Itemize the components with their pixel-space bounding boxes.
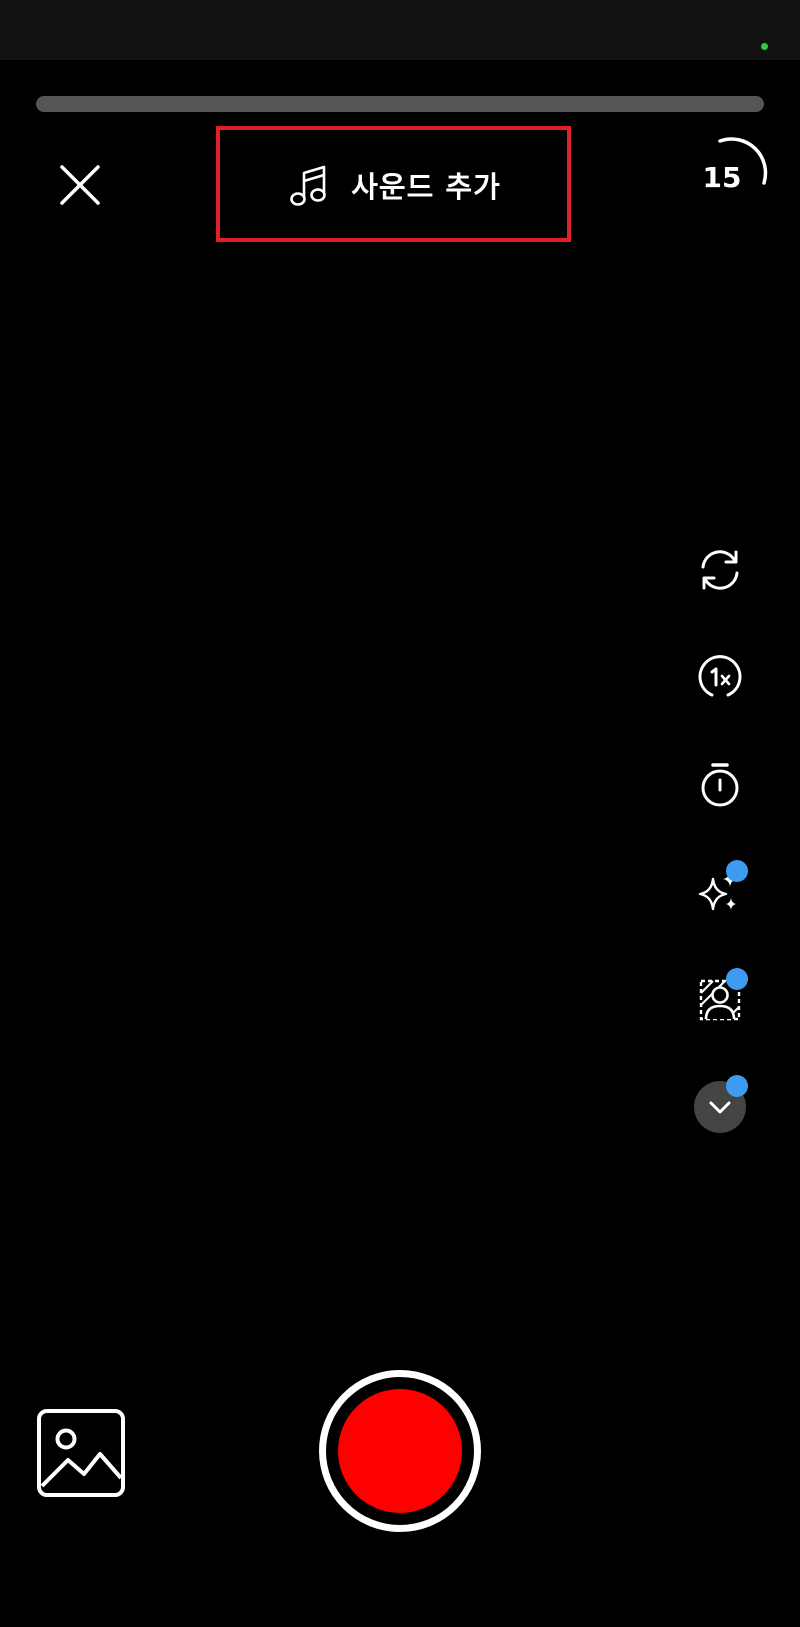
timer-icon (701, 763, 739, 807)
record-button[interactable] (319, 1370, 481, 1532)
effects-new-badge (726, 860, 748, 882)
close-icon (60, 165, 100, 205)
green-screen-button[interactable] (690, 968, 750, 1030)
recording-duration-button[interactable]: 15 (690, 135, 770, 215)
more-tools-new-badge (726, 1075, 748, 1097)
timer-button[interactable] (690, 755, 750, 815)
flip-camera-button[interactable] (690, 540, 750, 600)
gallery-button[interactable] (36, 1408, 126, 1498)
effects-button[interactable] (690, 860, 750, 922)
recording-progress-bar (36, 96, 764, 112)
status-bar (0, 0, 800, 60)
speed-button[interactable] (690, 648, 750, 708)
record-button-icon (338, 1389, 462, 1513)
add-sound-button[interactable]: 사운드 추가 (230, 140, 560, 230)
green-screen-new-badge (726, 968, 748, 990)
chevron-down-icon (709, 1101, 731, 1114)
flip-camera-icon (701, 550, 739, 590)
speed-1x-icon (698, 655, 742, 697)
duration-label: 15 (702, 161, 742, 194)
gallery-icon (37, 1409, 125, 1497)
music-note-icon (290, 165, 327, 206)
add-sound-label: 사운드 추가 (351, 170, 501, 204)
camera-indicator-dot (761, 43, 768, 50)
close-button[interactable] (50, 155, 110, 215)
more-tools-button[interactable] (690, 1075, 750, 1137)
